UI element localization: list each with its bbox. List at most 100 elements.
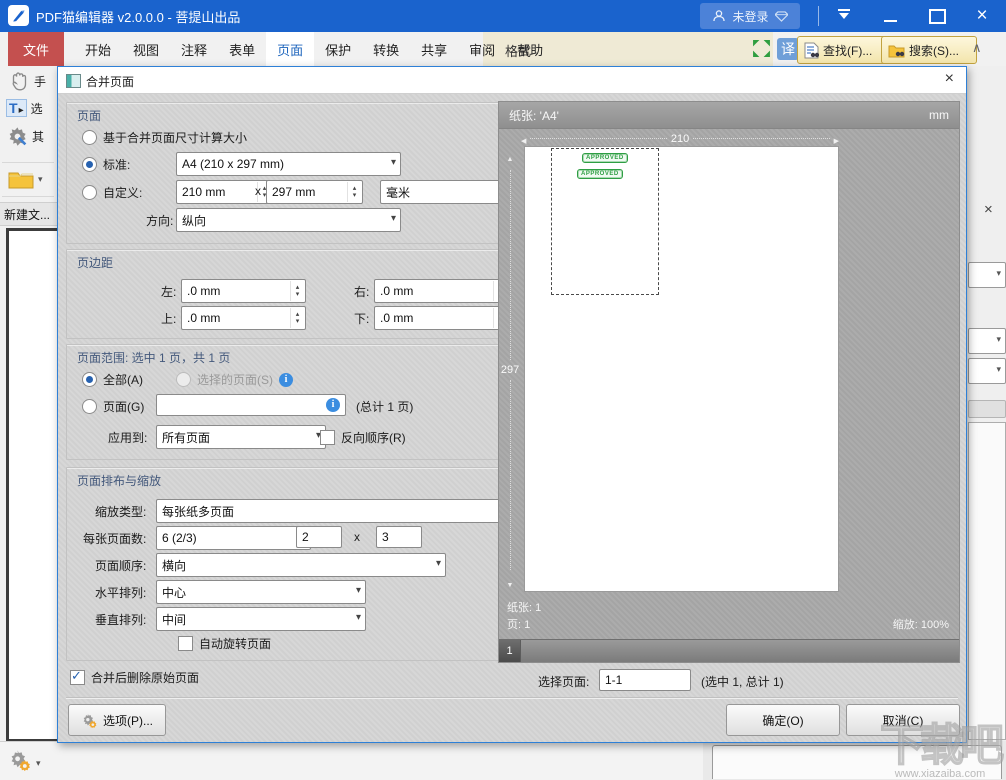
custom-size-radio[interactable] [82, 185, 97, 200]
custom-height-spinner[interactable]: 297 mm [266, 180, 363, 204]
folder-dropdown-caret[interactable]: ▾ [38, 174, 43, 185]
standard-size-option[interactable]: 标准: [82, 156, 130, 173]
auto-rotate-option[interactable]: 自动旋转页面 [178, 635, 271, 652]
delete-original-checkbox[interactable] [70, 668, 85, 685]
pages-per-sheet-label: 每张页面数: [83, 532, 147, 546]
search-button[interactable]: 搜索(S)... [881, 36, 977, 64]
all-pages-radio[interactable] [82, 372, 97, 387]
unit-select[interactable]: 毫米 [380, 180, 511, 204]
scale-type-select[interactable]: 每张纸多页面 [156, 499, 511, 523]
document-page-edge [6, 228, 60, 742]
tab-share[interactable]: 共享 [410, 32, 458, 66]
tab-file[interactable]: 文件 [8, 32, 65, 66]
standard-size-radio[interactable] [82, 157, 97, 172]
gears-settings-icon[interactable] [8, 749, 32, 776]
info-icon[interactable] [326, 398, 340, 412]
collapse-toolbar-icon[interactable] [836, 9, 852, 23]
spinner-buttons[interactable] [290, 281, 304, 301]
footer-divider [66, 697, 958, 698]
bottom-status-toolbar: ▾ 1/1 » 84.29% − » » ▾ [0, 741, 703, 780]
paper-height-value: 297 [500, 364, 520, 376]
tab-comment[interactable]: 注释 [170, 32, 218, 66]
minimize-button[interactable] [884, 20, 897, 22]
folder-icon [8, 172, 34, 189]
margin-bottom-spinner[interactable]: .0 mm [374, 306, 509, 330]
sheet-selector-bar[interactable]: 1 [499, 639, 959, 662]
sheet-tab[interactable]: 1 [499, 640, 521, 662]
vertical-ruler: 297 [500, 148, 520, 592]
tab-convert[interactable]: 转换 [362, 32, 410, 66]
rows-input[interactable] [376, 526, 422, 548]
standard-size-select[interactable]: A4 (210 x 297 mm) [176, 152, 401, 176]
maximize-button[interactable] [929, 9, 946, 24]
title-bar: PDF猫编辑器 v2.0.0.0 - 菩提山出品 未登录 × [0, 0, 1006, 32]
horizontal-ruler: 210 [521, 132, 839, 145]
auto-size-option[interactable]: 基于合并页面尺寸计算大小 [82, 129, 247, 146]
find-button[interactable]: 查找(F)... [797, 36, 891, 64]
margin-left-spinner[interactable]: .0 mm [181, 279, 306, 303]
horizontal-align-select[interactable]: 中心 [156, 580, 366, 604]
tab-protect[interactable]: 保护 [314, 32, 362, 66]
selected-pages-radio [176, 372, 191, 387]
gears-dropdown-caret[interactable]: ▾ [36, 758, 41, 769]
panel-dropdown[interactable] [968, 262, 1006, 288]
dialog-icon [66, 74, 81, 88]
panel-close-icon[interactable]: × [984, 201, 993, 218]
tab-view[interactable]: 视图 [122, 32, 170, 66]
unit-label: mm [929, 108, 949, 122]
columns-input[interactable] [296, 526, 342, 548]
spinner-buttons[interactable] [347, 182, 361, 202]
pages-per-sheet-select[interactable]: 6 (2/3) [156, 526, 311, 550]
dialog-title-bar[interactable]: 合并页面 × [58, 67, 966, 94]
pages-range-input[interactable] [156, 394, 346, 416]
hand-icon [12, 72, 27, 91]
options-button[interactable]: 选项(P)... [68, 704, 166, 736]
info-icon[interactable] [279, 372, 293, 387]
open-folder-tool[interactable]: ▾ [8, 169, 43, 189]
select-pages-input[interactable] [599, 669, 691, 691]
other-tools[interactable]: 其 [7, 126, 44, 147]
select-tool[interactable]: T 选 [6, 99, 43, 117]
tab-review[interactable]: 审阅 [458, 32, 506, 66]
reverse-order-option[interactable]: 反向顺序(R) [320, 429, 406, 446]
tab-format[interactable]: 格式 [505, 41, 531, 60]
page-order-select[interactable]: 横向 [156, 553, 446, 577]
hand-tool[interactable]: 手 [8, 70, 46, 92]
ruler-left-arrow-icon [521, 130, 526, 148]
tab-form[interactable]: 表单 [218, 32, 266, 66]
auto-rotate-checkbox[interactable] [178, 636, 193, 651]
bottom-right-panel [703, 741, 1006, 780]
selected-pages-option: 选择的页面(S) [176, 371, 293, 388]
tab-page[interactable]: 页面 [266, 32, 315, 66]
pages-option[interactable]: 页面(G) [82, 398, 144, 415]
total-pages-label: (总计 1 页) [356, 400, 414, 414]
reverse-order-checkbox[interactable] [320, 430, 335, 445]
translate-icon[interactable]: 译 [777, 38, 799, 60]
ok-button[interactable]: 确定(O) [726, 704, 840, 736]
window-close-button[interactable]: × [971, 4, 993, 28]
panel-button-edge[interactable] [968, 400, 1006, 418]
panel-dropdown[interactable] [968, 328, 1006, 354]
document-tab[interactable]: 新建文... [0, 202, 61, 226]
login-button[interactable]: 未登录 [700, 3, 800, 29]
dialog-close-button[interactable]: × [945, 70, 954, 88]
custom-size-option[interactable]: 自定义: [82, 184, 142, 201]
apply-to-select[interactable]: 所有页面 [156, 425, 326, 449]
vertical-align-select[interactable]: 中间 [156, 607, 366, 631]
page-order-label: 页面顺序: [95, 559, 147, 573]
all-pages-option[interactable]: 全部(A) [82, 371, 143, 388]
fit-window-icon[interactable] [752, 39, 771, 63]
search-folder-icon [888, 45, 905, 57]
tab-home[interactable]: 开始 [74, 32, 122, 66]
orientation-select[interactable]: 纵向 [176, 208, 401, 232]
collapse-ribbon-icon[interactable]: ∧ [972, 40, 982, 56]
auto-size-radio[interactable] [82, 130, 97, 145]
margin-right-spinner[interactable]: .0 mm [374, 279, 509, 303]
panel-dropdown[interactable] [968, 358, 1006, 384]
margin-top-spinner[interactable]: .0 mm [181, 306, 306, 330]
cancel-button[interactable]: 取消(C) [846, 704, 960, 736]
pages-radio[interactable] [82, 399, 97, 414]
times-label: x [354, 530, 360, 544]
delete-original-option[interactable]: 合并后删除原始页面 [70, 668, 199, 686]
spinner-buttons[interactable] [290, 308, 304, 328]
